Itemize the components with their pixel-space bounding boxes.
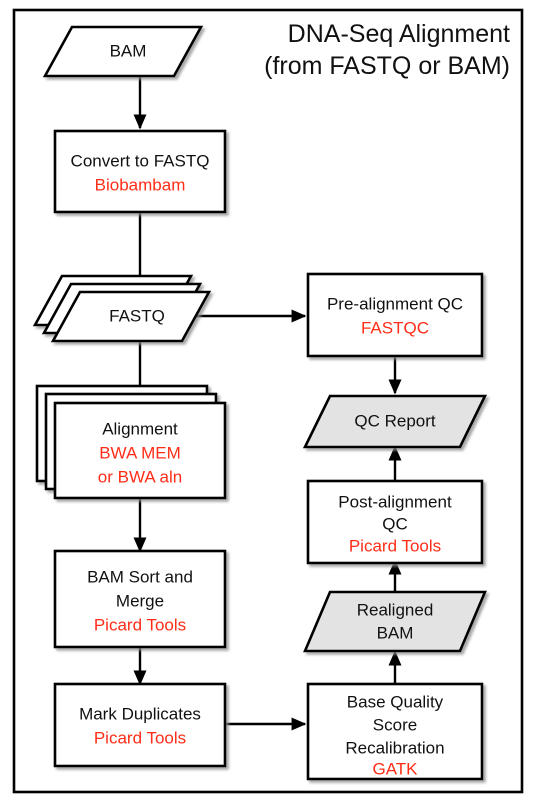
- mark-duplicates-shape: [53, 682, 227, 768]
- mark-duplicates-tool: Picard Tools: [94, 728, 186, 747]
- bqsr-label-line3: Recalibration: [345, 738, 444, 757]
- convert-to-fastq-shape: [53, 129, 227, 214]
- realigned-bam-label-line1: Realigned: [357, 600, 434, 619]
- bam-sort-merge-tool: Picard Tools: [94, 615, 186, 634]
- bam-sort-merge-label-line2: Merge: [116, 591, 164, 610]
- qc-report-label: QC Report: [354, 411, 436, 430]
- node-convert-to-fastq[interactable]: [53, 129, 227, 214]
- bqsr-tool: GATK: [372, 759, 418, 778]
- convert-to-fastq-tool: Biobambam: [95, 175, 186, 194]
- alignment-tool-line1: BWA MEM: [99, 443, 181, 462]
- flowchart-svg: DNA-Seq Alignment (from FASTQ or BAM) BA…: [12, 8, 524, 794]
- post-alignment-qc-label-line2: QC: [382, 514, 408, 533]
- node-mark-duplicates[interactable]: [53, 682, 227, 768]
- alignment-tool-line2: or BWA aln: [98, 467, 182, 486]
- post-alignment-qc-tool: Picard Tools: [349, 536, 441, 555]
- pre-alignment-qc-tool: FASTQC: [361, 318, 429, 337]
- fastq-label: FASTQ: [109, 306, 165, 325]
- bqsr-label-line2: Score: [373, 715, 417, 734]
- bam-input-label: BAM: [110, 41, 147, 60]
- post-alignment-qc-label-line1: Post-alignment: [338, 492, 452, 511]
- node-pre-alignment-qc[interactable]: [306, 272, 484, 358]
- page-title-line1: DNA-Seq Alignment: [288, 20, 510, 48]
- realigned-bam-label-line2: BAM: [377, 623, 414, 642]
- mark-duplicates-label: Mark Duplicates: [79, 704, 201, 723]
- convert-to-fastq-label: Convert to FASTQ: [71, 151, 210, 170]
- diagram-canvas: DNA-Seq Alignment (from FASTQ or BAM) BA…: [0, 0, 535, 804]
- page-title-line2: (from FASTQ or BAM): [264, 52, 510, 80]
- pre-alignment-qc-shape: [306, 272, 484, 358]
- bqsr-label-line1: Base Quality: [347, 692, 444, 711]
- alignment-label: Alignment: [102, 419, 178, 438]
- bam-sort-merge-label-line1: BAM Sort and: [87, 567, 193, 586]
- pre-alignment-qc-label: Pre-alignment QC: [327, 294, 463, 313]
